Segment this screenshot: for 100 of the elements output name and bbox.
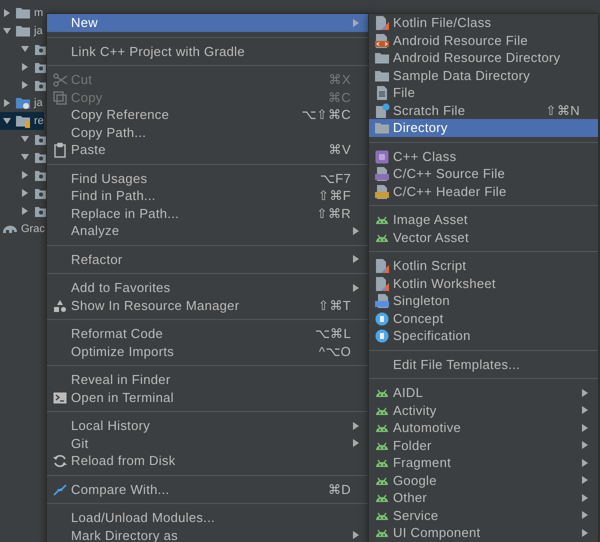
expanded-arrow-icon[interactable] [2,116,12,126]
menu-item[interactable]: Automotive [369,419,598,436]
menu-item[interactable]: Directory [369,119,598,136]
menu-item[interactable]: Load/Unload Modules... [47,509,369,526]
menu-item[interactable]: File [369,84,598,102]
copy-icon [52,90,68,106]
collapsed-arrow-icon[interactable] [20,206,30,216]
keyboard-shortcut: ⌘X [328,72,351,88]
keyboard-shortcut: ⌘D [328,482,351,497]
keyboard-shortcut: ⌘C [328,90,351,105]
folder-icon [374,120,390,136]
menu-item[interactable]: Replace in Path... ⇧⌘R [47,204,369,222]
menu-item[interactable]: Refactor [47,250,369,268]
tree-row[interactable]: ja [0,22,43,40]
keyboard-shortcut: ⇧⌘R [316,206,351,221]
menu-item[interactable]: Analyze [47,222,369,240]
collapsed-arrow-icon[interactable] [2,98,12,108]
reload-icon [52,453,68,469]
keyboard-shortcut: ^⌥O [318,344,351,359]
expanded-arrow-icon[interactable] [20,152,30,162]
expanded-arrow-icon[interactable] [20,44,30,54]
menu-item[interactable]: Specification [369,327,598,344]
menu-item[interactable]: Activity [369,402,598,419]
menu-item[interactable]: UI Component [369,524,598,542]
menu-item[interactable]: Concept [369,310,598,327]
menu-item[interactable]: Compare With... ⌘D [47,480,369,498]
menu-item[interactable]: Find Usages ⌥F7 [47,170,369,187]
scratch-file-icon [374,102,390,118]
tree-row[interactable]: ja [0,94,43,112]
menu-item[interactable]: Reveal in Finder [47,371,369,388]
keyboard-shortcut: ⇧⌘N [546,102,580,118]
header-file-icon [374,184,390,200]
keyboard-shortcut: ⌥⇧⌘C [301,107,351,122]
menu-item[interactable]: Fragment [369,454,598,472]
folder-icon [374,50,390,66]
kotlin-file-icon [374,276,390,292]
menu-item[interactable]: C/C++ Header File [369,182,598,200]
tree-row[interactable]: re [0,112,44,130]
menu-item[interactable]: Reformat Code ⌥⌘L [47,325,369,342]
menu-item[interactable]: Show In Resource Manager ⇧⌘T [47,296,369,314]
class-icon [374,148,390,164]
file-icon [374,85,390,101]
collapsed-arrow-icon[interactable] [2,8,12,18]
menu-item[interactable]: Local History [47,417,369,434]
tree-row[interactable]: m [0,4,44,22]
menu-item[interactable]: Git [47,434,369,452]
folder-icon [15,95,31,111]
menu-item[interactable]: Kotlin File/Class [369,14,598,32]
menu-item[interactable]: Sample Data Directory [369,66,598,84]
keyboard-shortcut: ⌘V [328,142,351,158]
menu-item[interactable]: AIDL [369,384,598,402]
expanded-arrow-icon[interactable] [2,26,12,36]
folder-icon [15,5,31,21]
menu-item[interactable]: Copy Reference ⌥⇧⌘C [47,106,369,124]
compare-icon [52,482,68,498]
menu-item[interactable]: Android Resource Directory [369,49,598,66]
scissors-icon [52,72,68,88]
keyboard-shortcut: ⌥F7 [320,170,351,186]
menu-item[interactable]: Folder [369,436,598,454]
menu-item[interactable]: Reload from Disk [47,452,369,470]
menu-item[interactable]: C/C++ Source File [369,165,598,182]
kotlin-file-icon [374,15,390,31]
clipboard-icon [52,142,68,158]
menu-item[interactable]: Image Asset [369,211,598,228]
collapsed-arrow-icon[interactable] [20,62,30,72]
menu-item[interactable]: Find in Path... ⇧⌘F [47,187,369,204]
menu-item[interactable]: Kotlin Script [369,257,598,274]
menu-item[interactable]: Kotlin Worksheet [369,274,598,292]
folder-icon [15,23,31,39]
menu-item[interactable]: Google [369,472,598,489]
singleton-file-icon [374,293,390,309]
menu-item[interactable]: Link C++ Project with Gradle [47,42,369,60]
menu-item[interactable]: Other [369,489,598,506]
menu-item[interactable]: Android Resource File [369,32,598,49]
terminal-icon [52,390,68,406]
menu-item[interactable]: Paste ⌘V [47,141,369,158]
keyboard-shortcut: ⌥⌘L [314,326,351,342]
tree-row[interactable]: Grac [0,220,45,238]
collapsed-arrow-icon[interactable] [20,188,30,198]
resource-file-icon [374,32,390,48]
menu-item[interactable]: Service [369,506,598,524]
collapsed-arrow-icon[interactable] [20,170,30,180]
expanded-arrow-icon[interactable] [20,134,30,144]
menu-item[interactable]: Open in Terminal [47,388,369,406]
menu-item[interactable]: Optimize Imports ^⌥O [47,342,369,360]
keyboard-shortcut: ⇧⌘F [318,188,351,204]
source-file-icon [374,166,390,182]
menu-item[interactable]: Vector Asset [369,228,598,246]
menu-item[interactable]: Singleton [369,292,598,310]
concept-icon [374,328,390,344]
collapsed-arrow-icon[interactable] [20,80,30,90]
menu-item[interactable]: Add to Favorites [47,279,369,296]
menu-item[interactable]: Scratch File ⇧⌘N [369,102,598,119]
menu-item[interactable]: C++ Class [369,148,598,165]
menu-item[interactable]: Edit File Templates... [369,356,598,373]
menu-item[interactable]: New [47,14,369,32]
folder-icon [15,113,31,129]
concept-icon [374,310,390,326]
keyboard-shortcut: ⇧⌘T [318,298,351,313]
menu-item[interactable]: Copy Path... [47,124,369,141]
